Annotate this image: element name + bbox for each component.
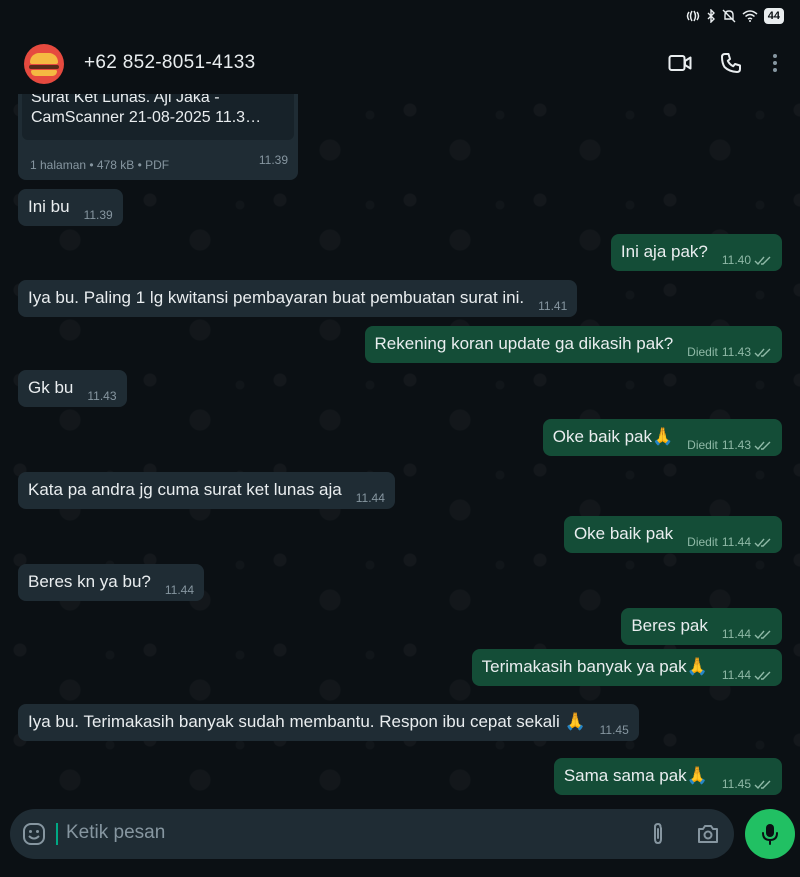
edited-label: Diedit [687,535,718,549]
chat-header: +62 852-8051-4133 [0,34,800,94]
status-icons: 44 [686,8,784,24]
wifi-icon [742,10,758,22]
document-preview[interactable]: Surat Ket Lunas. Aji Jaka - CamScanner 2… [22,94,294,140]
message-text: Ini aja pak? [620,242,708,261]
edited-label: Diedit [687,345,718,359]
message-text: Oke baik pak [573,524,674,543]
text-cursor [56,823,58,845]
read-receipt-icon [754,630,771,639]
message-time: 11.44 [355,491,385,505]
bluetooth-icon [707,9,715,23]
read-receipt-icon [754,538,771,547]
read-receipt-icon [754,256,771,265]
incoming-message[interactable]: Ini bu 11.39 [18,189,123,226]
battery-level: 44 [763,8,784,24]
message-text: Terimakasih banyak ya pak🙏 [481,657,708,676]
chat-messages: Surat Ket Lunas. Aji Jaka - CamScanner 2… [0,94,800,804]
phone-icon[interactable] [720,52,742,74]
read-receipt-icon [754,348,771,357]
read-receipt-icon [754,671,771,680]
message-text: Iya bu. Terimakasih banyak sudah membant… [28,712,586,731]
nfc-icon [686,10,699,22]
outgoing-message[interactable]: Oke baik pak🙏 Diedit 11.43 [542,419,782,456]
read-receipt-icon [754,441,771,450]
outgoing-message[interactable]: Sama sama pak🙏 11.45 [553,758,782,795]
document-meta: 1 halaman • 478 kB • PDF [30,158,170,172]
mic-button[interactable] [745,809,795,859]
message-time: 11.45 [599,723,629,737]
emoji-icon[interactable] [22,822,46,846]
outgoing-message[interactable]: Terimakasih banyak ya pak🙏 11.44 [471,649,782,686]
mute-icon [722,9,736,23]
message-time: 11.40 [721,253,751,267]
message-time: 11.45 [721,777,751,791]
message-text: Gk bu [28,378,74,397]
read-receipt-icon [754,780,771,789]
outgoing-message[interactable]: Oke baik pak Diedit 11.44 [563,516,782,553]
incoming-message[interactable]: Iya bu. Terimakasih banyak sudah membant… [18,704,639,741]
mic-icon [762,824,778,845]
message-composer[interactable]: Ketik pesan [10,809,734,859]
message-time: 11.39 [83,208,113,222]
message-time: 11.43 [721,345,751,359]
message-text: Kata pa andra jg cuma surat ket lunas aj… [28,480,342,499]
document-message[interactable]: Surat Ket Lunas. Aji Jaka - CamScanner 2… [18,94,298,180]
message-text: Beres kn ya bu? [28,572,151,591]
outgoing-message[interactable]: Ini aja pak? 11.40 [610,234,782,271]
message-time: 11.44 [164,583,194,597]
attach-icon[interactable] [648,822,668,846]
incoming-message[interactable]: Iya bu. Paling 1 lg kwitansi pembayaran … [18,280,578,317]
contact-name[interactable]: +62 852-8051-4133 [84,52,256,74]
contact-avatar[interactable] [24,44,64,84]
message-time: 11.44 [721,535,751,549]
incoming-message[interactable]: Gk bu 11.43 [18,370,127,407]
edited-label: Diedit [687,438,718,452]
incoming-message[interactable]: Beres kn ya bu? 11.44 [18,564,204,601]
message-text: Beres pak [631,616,708,635]
message-time: 11.43 [721,438,751,452]
camera-icon[interactable] [696,822,720,846]
outgoing-message[interactable]: Beres pak 11.44 [621,608,782,645]
message-text: Ini bu [28,197,70,216]
message-text: Rekening koran update ga dikasih pak? [374,334,674,353]
message-text: Iya bu. Paling 1 lg kwitansi pembayaran … [28,288,525,307]
message-time: 11.39 [258,153,288,167]
message-time: 11.44 [721,668,751,682]
document-title: Surat Ket Lunas. Aji Jaka - CamScanner 2… [31,94,262,126]
message-time: 11.43 [87,389,117,403]
outgoing-message[interactable]: Rekening koran update ga dikasih pak? Die… [364,326,782,363]
incoming-message[interactable]: Kata pa andra jg cuma surat ket lunas aj… [18,472,395,509]
more-vert-icon[interactable] [770,52,780,74]
video-call-icon[interactable] [668,52,692,74]
message-input[interactable]: Ketik pesan [66,822,165,844]
status-bar: 44 [0,0,800,34]
message-time: 11.44 [721,627,751,641]
message-time: 11.41 [538,299,568,313]
message-text: Oke baik pak🙏 [552,427,674,446]
message-text: Sama sama pak🙏 [563,766,708,785]
